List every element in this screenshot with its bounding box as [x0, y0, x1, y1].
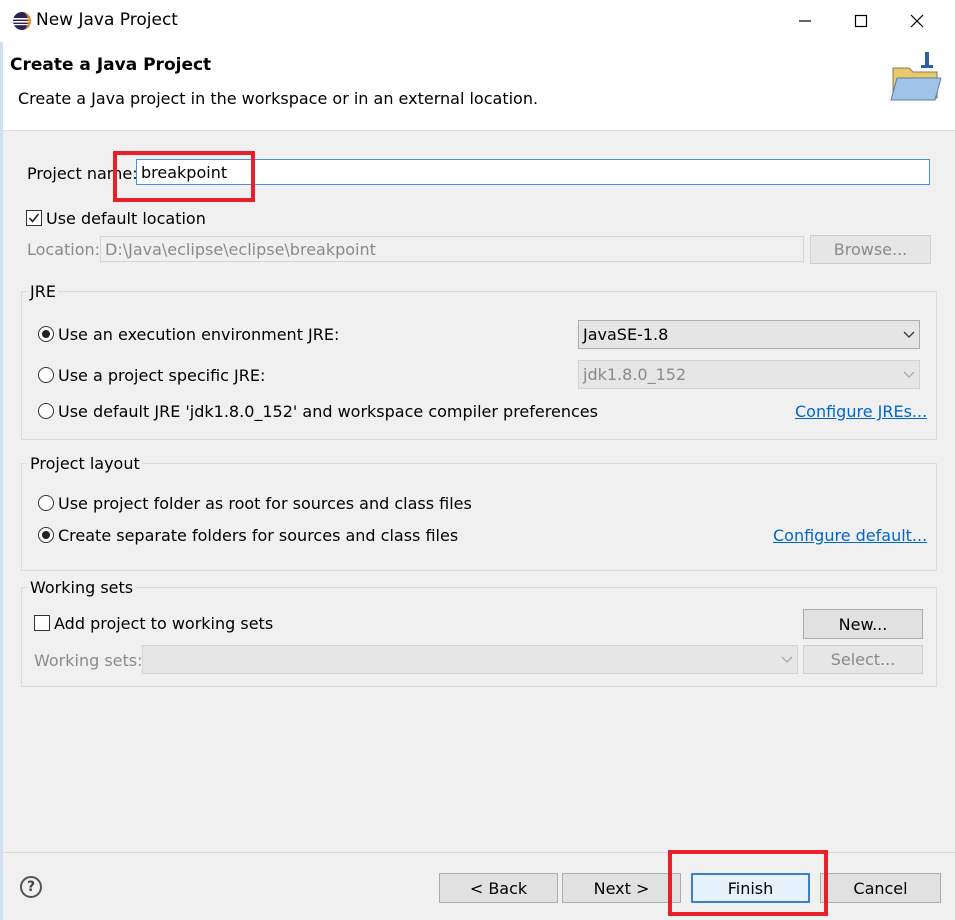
- exec-env-select-value: JavaSE-1.8: [583, 325, 669, 344]
- working-sets-label: Working sets:: [34, 651, 143, 670]
- specific-jre-radio[interactable]: [38, 367, 54, 383]
- separate-folders-radio[interactable]: [38, 527, 54, 543]
- exec-env-radio[interactable]: [38, 326, 54, 342]
- select-working-sets-button[interactable]: Select...: [803, 645, 923, 674]
- window-title: New Java Project: [36, 10, 178, 30]
- project-name-input[interactable]: [136, 159, 930, 185]
- chevron-down-icon: [903, 331, 915, 338]
- eclipse-icon: [13, 12, 31, 30]
- close-button[interactable]: [889, 0, 945, 42]
- annotation-highlight-finish: [668, 850, 828, 916]
- new-project-folder-icon: [890, 52, 942, 101]
- exec-env-label: Use an execution environment JRE:: [58, 325, 340, 344]
- default-jre-label: Use default JRE 'jdk1.8.0_152' and works…: [58, 402, 598, 421]
- add-to-working-sets-label: Add project to working sets: [54, 614, 274, 633]
- chevron-down-icon: [903, 371, 915, 378]
- project-layout-group-title: Project layout: [28, 454, 142, 473]
- location-input[interactable]: [100, 236, 804, 262]
- working-sets-select[interactable]: [142, 645, 798, 674]
- radio-selected-dot: [42, 531, 50, 539]
- folder-root-radio[interactable]: [38, 495, 54, 511]
- default-jre-radio[interactable]: [38, 403, 54, 419]
- next-button[interactable]: Next >: [562, 873, 681, 903]
- minimize-button[interactable]: [777, 0, 833, 42]
- specific-jre-select[interactable]: jdk1.8.0_152: [578, 360, 920, 389]
- working-sets-group-title: Working sets: [28, 578, 136, 597]
- configure-default-link[interactable]: Configure default...: [773, 526, 927, 545]
- wizard-description: Create a Java project in the workspace o…: [18, 89, 539, 108]
- cancel-button[interactable]: Cancel: [820, 873, 941, 903]
- add-to-working-sets-checkbox[interactable]: [34, 615, 50, 631]
- maximize-button[interactable]: [833, 0, 889, 42]
- jre-group-title: JRE: [28, 282, 58, 301]
- new-working-set-button[interactable]: New...: [803, 609, 923, 639]
- location-label: Location:: [27, 240, 101, 259]
- radio-selected-dot: [42, 330, 50, 338]
- configure-jres-link[interactable]: Configure JREs...: [795, 402, 927, 421]
- folder-root-label: Use project folder as root for sources a…: [58, 494, 472, 513]
- close-icon: [910, 14, 924, 28]
- browse-button[interactable]: Browse...: [810, 235, 931, 264]
- annotation-highlight-project-name: [113, 151, 255, 202]
- window-edge: [0, 42, 3, 920]
- specific-jre-label: Use a project specific JRE:: [58, 366, 266, 385]
- specific-jre-select-value: jdk1.8.0_152: [583, 365, 687, 384]
- separate-folders-label: Create separate folders for sources and …: [58, 526, 459, 545]
- use-default-location-checkbox[interactable]: [26, 210, 42, 226]
- maximize-icon: [854, 14, 868, 28]
- back-button[interactable]: < Back: [439, 873, 558, 903]
- use-default-location-label: Use default location: [46, 209, 206, 228]
- wizard-title: Create a Java Project: [10, 55, 212, 75]
- exec-env-select[interactable]: JavaSE-1.8: [578, 320, 920, 349]
- checkmark-icon: [28, 213, 40, 223]
- project-layout-group: [21, 463, 937, 571]
- chevron-down-icon: [781, 656, 793, 663]
- minimize-icon: [799, 20, 811, 22]
- help-icon[interactable]: ?: [20, 876, 42, 898]
